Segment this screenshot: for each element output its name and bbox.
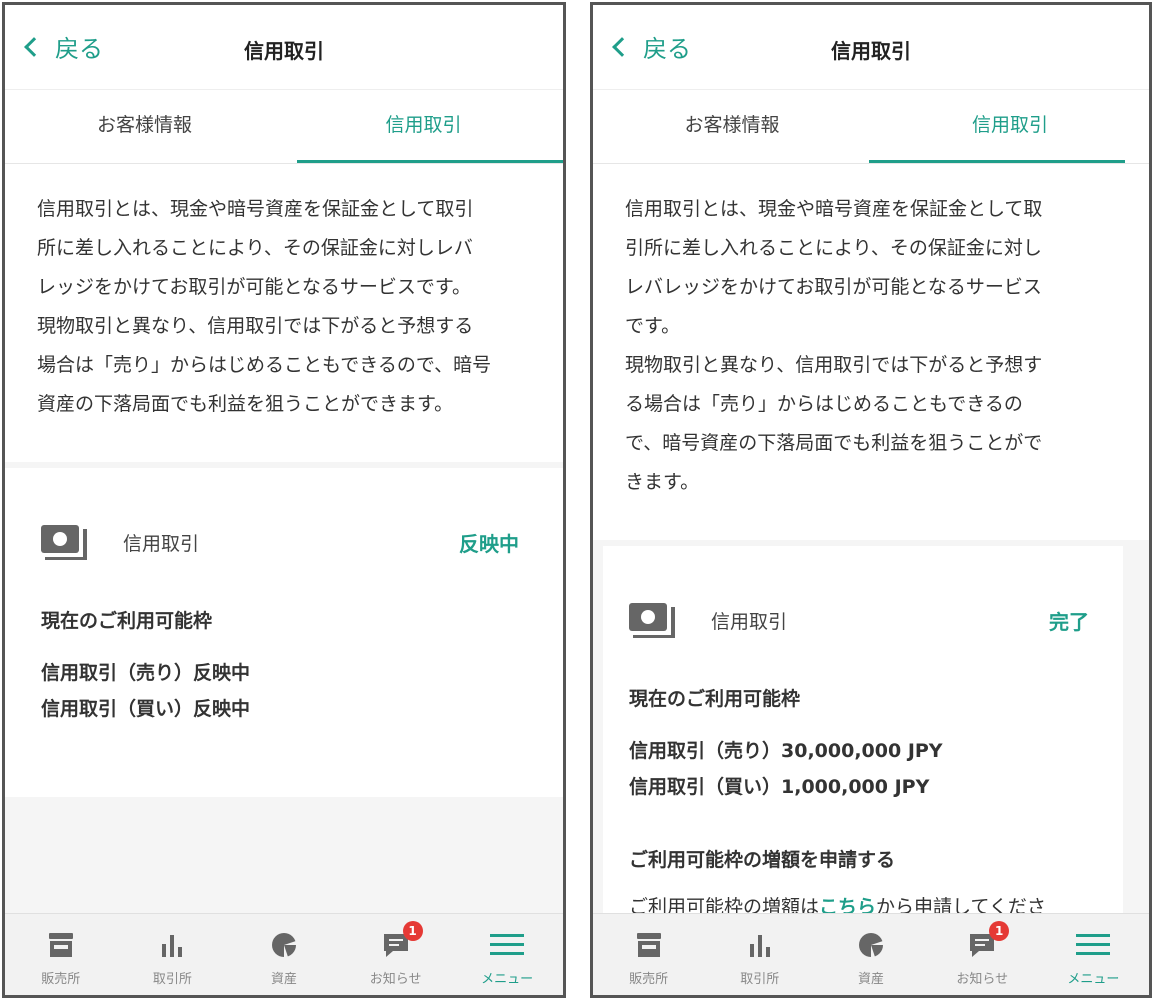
- nav-item-store[interactable]: 販売所: [5, 914, 117, 995]
- status-card: 信用取引 完了 現在のご利用可能枠 信用取引（売り）30,000,000 JPY…: [603, 546, 1123, 913]
- nav-label: お知らせ: [956, 972, 1009, 987]
- nav-label: メニュー: [481, 972, 534, 987]
- description-line: る場合は「売り」からはじめることもできるの: [625, 393, 1023, 415]
- page-title: 信用取引: [244, 39, 324, 63]
- nav-label: メニュー: [1067, 972, 1120, 987]
- status-row: 信用取引 反映中: [41, 498, 527, 586]
- increase-text: ご利用可能枠の増額はこちらから申請してくださ: [629, 892, 1097, 913]
- nav-label: 資産: [270, 972, 297, 987]
- description-line: 場合は「売り」からはじめることもできるので、暗号: [37, 354, 492, 376]
- nav-item-menu[interactable]: メニュー: [1038, 914, 1149, 995]
- description: 信用取引とは、現金や暗号資産を保証金として取 引所に差し入れることにより、その保…: [593, 164, 1149, 540]
- hamburger-menu-icon: [1076, 934, 1111, 955]
- nav-item-exchange[interactable]: 取引所: [117, 914, 229, 995]
- nav-item-assets[interactable]: 資産: [815, 914, 926, 995]
- limit-buy: 信用取引（買い）反映中: [41, 698, 251, 720]
- description-line: 引所に差し入れることにより、その保証金に対し: [625, 237, 1042, 259]
- increase-text-before: ご利用可能枠の増額は: [629, 896, 820, 913]
- status-label: 信用取引: [123, 532, 200, 555]
- description-line: 信用取引とは、現金や暗号資産を保証金として取引: [37, 198, 474, 220]
- message-icon-wrap: 1: [381, 921, 423, 960]
- nav-item-notifications[interactable]: 1 お知らせ: [340, 914, 452, 995]
- nav-item-store[interactable]: 販売所: [593, 914, 704, 995]
- limit-title: 現在のご利用可能枠: [41, 610, 213, 632]
- limit-sell: 信用取引（売り）反映中: [41, 662, 251, 684]
- store-icon: [636, 933, 661, 957]
- limit-buy: 信用取引（買い）1,000,000 JPY: [629, 776, 930, 798]
- description-line: きます。: [625, 471, 700, 493]
- description-line: レバレッジをかけてお取引が可能となるサービス: [625, 276, 1042, 298]
- description-line: 現物取引と異なり、信用取引では下がると予想する: [37, 315, 474, 337]
- increase-apply-link[interactable]: こちら: [819, 896, 876, 913]
- tab-customer-info[interactable]: お客様情報: [593, 90, 871, 163]
- message-icon-wrap: 1: [967, 921, 1010, 960]
- bottom-nav: 販売所 取引所 資産 1 お知らせ メニュー: [593, 913, 1149, 995]
- nav-label: 販売所: [41, 972, 81, 987]
- status-label: 信用取引: [711, 610, 788, 633]
- description-line: 現物取引と異なり、信用取引では下がると予想す: [625, 354, 1043, 376]
- nav-item-menu[interactable]: メニュー: [451, 914, 563, 995]
- screen-left: 戻る 信用取引 お客様情報 信用取引 信用取引とは、現金や暗号資産を保証金として…: [2, 2, 566, 998]
- tab-bar: お客様情報 信用取引: [5, 89, 563, 163]
- nav-label: 取引所: [152, 972, 192, 987]
- nav-item-exchange[interactable]: 取引所: [704, 914, 815, 995]
- description-line: 信用取引とは、現金や暗号資産を保証金として取: [625, 198, 1043, 220]
- pie-chart-icon: [271, 933, 296, 957]
- page-title: 信用取引: [831, 39, 911, 63]
- increase-text-after: から申請してくださ: [876, 896, 1046, 913]
- description-line: です。: [625, 315, 681, 337]
- nav-label: 販売所: [629, 972, 669, 987]
- status-value: 反映中: [459, 531, 519, 556]
- description-line: レッジをかけてお取引が可能となるサービスです。: [37, 276, 471, 298]
- content-scroll[interactable]: 信用取引とは、現金や暗号資産を保証金として取 引所に差し入れることにより、その保…: [593, 163, 1149, 913]
- bar-chart-icon: [162, 935, 183, 957]
- bar-chart-icon: [749, 935, 770, 957]
- header: 戻る 信用取引: [5, 5, 563, 89]
- money-icon: [41, 525, 91, 560]
- notification-badge: 1: [402, 921, 423, 941]
- status-row: 信用取引 完了: [629, 576, 1097, 664]
- increase-title: ご利用可能枠の増額を申請する: [629, 849, 896, 871]
- tab-margin-trading[interactable]: 信用取引: [284, 90, 563, 163]
- pie-chart-icon: [859, 933, 883, 957]
- tab-customer-info[interactable]: お客様情報: [5, 90, 284, 163]
- hamburger-menu-icon: [490, 934, 525, 955]
- status-value: 完了: [1049, 609, 1089, 634]
- description: 信用取引とは、現金や暗号資産を保証金として取引 所に差し入れることにより、その保…: [5, 164, 563, 462]
- notification-badge: 1: [989, 921, 1010, 941]
- limit-sell: 信用取引（売り）30,000,000 JPY: [629, 740, 943, 762]
- description-line: 資産の下落局面でも利益を狙うことができます。: [37, 393, 454, 415]
- header: 戻る 信用取引: [593, 5, 1149, 89]
- nav-item-assets[interactable]: 資産: [228, 914, 340, 995]
- money-icon: [629, 603, 679, 638]
- status-card: 信用取引 反映中 現在のご利用可能枠 信用取引（売り）反映中 信用取引（買い）反…: [5, 468, 563, 797]
- nav-label: お知らせ: [369, 972, 422, 987]
- tab-bar: お客様情報 信用取引: [593, 89, 1149, 163]
- nav-label: 資産: [858, 972, 885, 987]
- store-icon: [48, 933, 73, 957]
- screen-right: 戻る 信用取引 お客様情報 信用取引 信用取引とは、現金や暗号資産を保証金として…: [590, 2, 1152, 998]
- tab-margin-trading[interactable]: 信用取引: [871, 90, 1149, 163]
- limit-title: 現在のご利用可能枠: [629, 688, 801, 710]
- nav-label: 取引所: [740, 972, 780, 987]
- content-scroll[interactable]: 信用取引とは、現金や暗号資産を保証金として取引 所に差し入れることにより、その保…: [5, 163, 563, 913]
- description-line: で、暗号資産の下落局面でも利益を狙うことがで: [625, 432, 1043, 454]
- bottom-nav: 販売所 取引所 資産 1 お知らせ メニュー: [5, 913, 563, 995]
- nav-item-notifications[interactable]: 1 お知らせ: [927, 914, 1038, 995]
- description-line: 所に差し入れることにより、その保証金に対しレバ: [37, 237, 473, 259]
